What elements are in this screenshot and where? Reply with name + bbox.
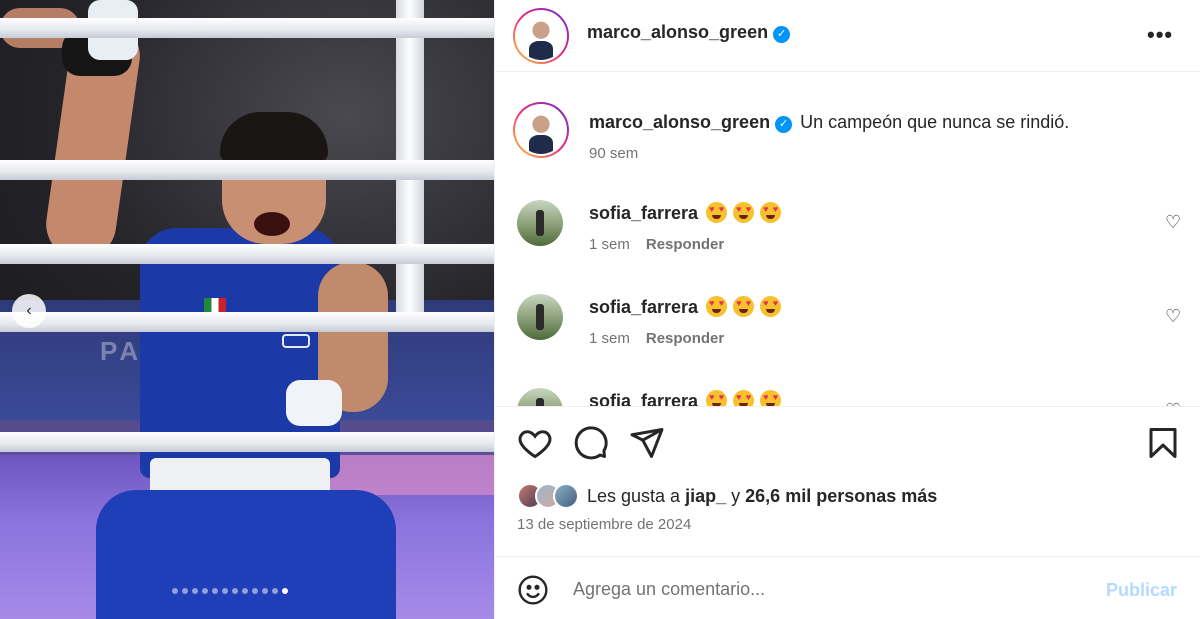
likes-others[interactable]: 26,6 mil personas más bbox=[745, 486, 937, 506]
boxer-mouth bbox=[254, 212, 290, 236]
heart-eyes-emoji-icon bbox=[760, 202, 782, 223]
comment-item: sofia_farrera 1 sem Responder ♡ bbox=[517, 294, 1181, 374]
comment-emojis bbox=[706, 296, 787, 317]
post-details-panel: marco_alonso_green ✓ ••• marco_alonso_gre… bbox=[494, 0, 1200, 619]
comment-time: 1 sem bbox=[589, 330, 630, 347]
ring-rope bbox=[0, 18, 494, 38]
author-username[interactable]: marco_alonso_green ✓ bbox=[587, 22, 791, 43]
like-comment-heart-icon[interactable]: ♡ bbox=[1165, 212, 1181, 233]
save-icon[interactable] bbox=[1145, 425, 1181, 461]
likes-prefix: Les gusta a bbox=[587, 485, 681, 506]
heart-eyes-emoji-icon bbox=[706, 296, 728, 317]
reply-button[interactable]: Responder bbox=[646, 236, 724, 253]
post-caption: marco_alonso_green ✓ Un campeón que nunca … bbox=[513, 102, 1069, 162]
caption-text: Un campeón que nunca se rindió. bbox=[800, 112, 1070, 132]
likes-summary[interactable]: Les gusta a jiap_ y 26,6 mil personas má… bbox=[517, 483, 937, 509]
liker-avatars bbox=[517, 483, 579, 509]
author-username-text: marco_alonso_green bbox=[587, 22, 769, 42]
verified-badge-icon: ✓ bbox=[773, 26, 791, 43]
caption-author-avatar[interactable] bbox=[513, 102, 569, 158]
hand-wrap-chest bbox=[286, 380, 342, 426]
heart-eyes-emoji-icon bbox=[760, 390, 782, 406]
comment-time: 1 sem bbox=[589, 236, 630, 253]
comment-input[interactable] bbox=[573, 573, 1093, 605]
add-comment-bar: Publicar bbox=[495, 556, 1200, 619]
caption-body: marco_alonso_green ✓ Un campeón que nunca … bbox=[589, 112, 1149, 162]
comment-meta: 1 sem Responder bbox=[589, 236, 787, 253]
ring-rope bbox=[0, 432, 494, 452]
like-comment-heart-icon[interactable]: ♡ bbox=[1165, 306, 1181, 327]
carousel-dot bbox=[242, 588, 248, 594]
publish-button[interactable]: Publicar bbox=[1106, 580, 1177, 601]
commenter-username[interactable]: sofia_farrera bbox=[589, 391, 698, 406]
caption-author-text: marco_alonso_green bbox=[589, 112, 771, 132]
comment-emojis bbox=[706, 390, 787, 406]
heart-eyes-emoji-icon bbox=[760, 296, 782, 317]
boxer-shorts bbox=[96, 490, 396, 619]
commenter-username[interactable]: sofia_farrera bbox=[589, 297, 698, 317]
caption-author-username[interactable]: marco_alonso_green ✓ bbox=[589, 112, 793, 133]
carousel-dot bbox=[252, 588, 258, 594]
author-avatar[interactable] bbox=[513, 8, 569, 64]
heart-icon[interactable] bbox=[517, 425, 553, 461]
previous-slide-button[interactable]: ‹ bbox=[12, 294, 46, 328]
commenter-username[interactable]: sofia_farrera bbox=[589, 203, 698, 223]
commenter-avatar[interactable] bbox=[517, 200, 563, 246]
caption-meta: 90 sem bbox=[589, 145, 1149, 162]
heart-eyes-emoji-icon bbox=[733, 390, 755, 406]
heart-eyes-emoji-icon bbox=[733, 296, 755, 317]
comment-item: sofia_farrera 1 sem Responder ♡ bbox=[517, 200, 1181, 280]
liker-avatar bbox=[553, 483, 579, 509]
heart-eyes-emoji-icon bbox=[733, 202, 755, 223]
comment-body: sofia_farrera 1 sem Responder bbox=[589, 202, 787, 253]
carousel-dot bbox=[192, 588, 198, 594]
carousel-dot bbox=[182, 588, 188, 594]
heart-eyes-emoji-icon bbox=[706, 202, 728, 223]
carousel-dot bbox=[232, 588, 238, 594]
caption-time: 90 sem bbox=[589, 145, 639, 162]
more-options-icon[interactable]: ••• bbox=[1147, 22, 1173, 48]
likes-joiner: y bbox=[731, 485, 741, 506]
ring-rope bbox=[0, 160, 494, 180]
post-header: marco_alonso_green ✓ ••• bbox=[495, 0, 1200, 72]
post-actions: Les gusta a jiap_ y 26,6 mil personas má… bbox=[495, 406, 1200, 556]
post-media[interactable]: PAR ‹ bbox=[0, 0, 494, 619]
likes-text: Les gusta a jiap_ y 26,6 mil personas má… bbox=[587, 486, 937, 507]
caption-avatar-image bbox=[515, 104, 567, 156]
commenter-avatar[interactable] bbox=[517, 294, 563, 340]
share-icon[interactable] bbox=[629, 425, 665, 461]
carousel-dot bbox=[172, 588, 178, 594]
emoji-picker-icon[interactable] bbox=[517, 574, 549, 606]
commenter-avatar[interactable] bbox=[517, 388, 563, 406]
carousel-dot bbox=[262, 588, 268, 594]
reply-button[interactable]: Responder bbox=[646, 330, 724, 347]
comment-item: sofia_farrera ♡ bbox=[517, 388, 1181, 406]
comment-icon[interactable] bbox=[573, 425, 609, 461]
carousel-dot bbox=[282, 588, 288, 594]
comment-emojis bbox=[706, 202, 787, 223]
author-avatar-image bbox=[515, 10, 567, 62]
ring-rope bbox=[0, 312, 494, 332]
brand-logo bbox=[282, 334, 310, 348]
post-date[interactable]: 13 de septiembre de 2024 bbox=[517, 516, 691, 533]
comment-meta: 1 sem Responder bbox=[589, 330, 787, 347]
comments-list[interactable]: marco_alonso_green ✓ Un campeón que nunca … bbox=[495, 78, 1200, 406]
carousel-dot bbox=[202, 588, 208, 594]
boxer-hair bbox=[220, 112, 328, 164]
ring-rope bbox=[0, 244, 494, 264]
verified-badge-icon: ✓ bbox=[775, 116, 793, 133]
comment-body: sofia_farrera bbox=[589, 390, 787, 406]
heart-eyes-emoji-icon bbox=[706, 390, 728, 406]
chevron-left-icon: ‹ bbox=[26, 302, 32, 319]
likes-user[interactable]: jiap_ bbox=[685, 486, 726, 506]
carousel-dot bbox=[212, 588, 218, 594]
carousel-dots bbox=[172, 588, 288, 594]
comment-body: sofia_farrera 1 sem Responder bbox=[589, 296, 787, 347]
carousel-dot bbox=[272, 588, 278, 594]
carousel-dot bbox=[222, 588, 228, 594]
